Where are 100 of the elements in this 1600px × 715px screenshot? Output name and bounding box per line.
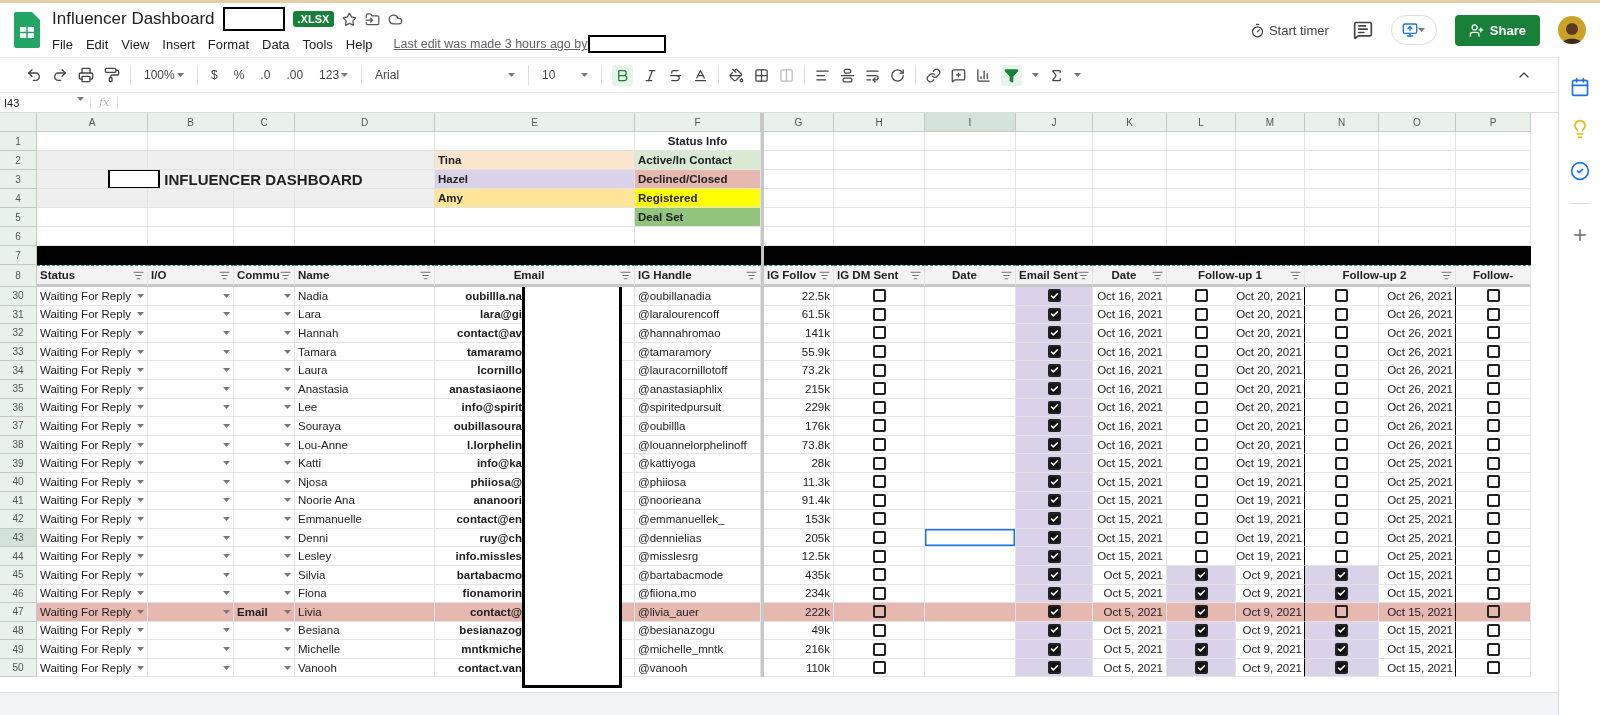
filter-icon[interactable] bbox=[420, 269, 431, 281]
checkbox[interactable] bbox=[1486, 624, 1500, 637]
checkbox[interactable] bbox=[1194, 289, 1208, 303]
name-box[interactable]: I43 bbox=[0, 96, 91, 109]
checkbox[interactable] bbox=[872, 400, 886, 414]
link-icon[interactable] bbox=[926, 67, 942, 83]
checkbox[interactable] bbox=[1335, 512, 1348, 526]
font-size-select[interactable]: 10 bbox=[539, 65, 592, 85]
move-icon[interactable] bbox=[365, 11, 381, 27]
checkbox[interactable] bbox=[1486, 363, 1500, 377]
column-header[interactable]: Name bbox=[295, 265, 435, 287]
checkbox[interactable] bbox=[1047, 605, 1061, 619]
checkbox[interactable] bbox=[1194, 586, 1208, 600]
checkbox[interactable] bbox=[1194, 400, 1208, 414]
checkbox[interactable] bbox=[1194, 475, 1208, 489]
row-number[interactable]: 3 bbox=[0, 170, 37, 189]
bold-button[interactable] bbox=[612, 64, 634, 86]
checkbox[interactable] bbox=[1047, 642, 1061, 656]
checkbox[interactable] bbox=[1047, 568, 1061, 582]
column-header[interactable]: E bbox=[435, 113, 635, 132]
checkbox[interactable] bbox=[872, 438, 886, 452]
status-dropdown[interactable]: Waiting For Reply bbox=[37, 324, 148, 343]
percent-button[interactable]: % bbox=[230, 65, 248, 85]
menu-item[interactable]: Edit bbox=[85, 36, 109, 52]
column-header[interactable]: Email bbox=[435, 265, 635, 287]
checkbox[interactable] bbox=[1047, 586, 1061, 600]
checkbox[interactable] bbox=[1486, 307, 1500, 321]
row-number[interactable]: 2 bbox=[0, 151, 37, 170]
filter-icon[interactable] bbox=[1078, 269, 1089, 281]
filter-icon[interactable] bbox=[1290, 269, 1301, 281]
share-button[interactable]: Share bbox=[1454, 14, 1540, 46]
checkbox[interactable] bbox=[872, 531, 886, 544]
menu-item[interactable]: Tools bbox=[302, 36, 333, 52]
checkbox[interactable] bbox=[872, 642, 886, 656]
cloud-icon[interactable] bbox=[388, 11, 404, 27]
checkbox[interactable] bbox=[1194, 456, 1208, 470]
checkbox[interactable] bbox=[1486, 661, 1500, 675]
zoom-select[interactable]: 100% bbox=[141, 65, 187, 85]
checkbox[interactable] bbox=[1335, 363, 1348, 377]
filter-icon[interactable] bbox=[819, 269, 830, 281]
checkbox[interactable] bbox=[1486, 568, 1500, 582]
status-dropdown[interactable]: Waiting For Reply bbox=[37, 454, 148, 473]
column-header[interactable]: M bbox=[1236, 113, 1305, 132]
checkbox[interactable] bbox=[1335, 326, 1348, 340]
checkbox[interactable] bbox=[872, 586, 886, 600]
redo-icon[interactable] bbox=[52, 67, 68, 83]
checkbox[interactable] bbox=[1194, 549, 1208, 563]
strikethrough-icon[interactable] bbox=[668, 67, 684, 83]
checkbox[interactable] bbox=[1335, 456, 1348, 470]
column-header[interactable]: Status bbox=[37, 265, 148, 287]
menu-item[interactable]: Format bbox=[207, 36, 249, 52]
status-dropdown[interactable]: Waiting For Reply bbox=[37, 603, 148, 622]
menu-item[interactable]: Data bbox=[262, 36, 290, 52]
row-number[interactable]: 6 bbox=[0, 227, 37, 246]
column-header[interactable]: I/O bbox=[148, 265, 234, 287]
checkbox[interactable] bbox=[1047, 363, 1061, 377]
checkbox[interactable] bbox=[1194, 568, 1208, 582]
checkbox[interactable] bbox=[872, 419, 886, 433]
checkbox[interactable] bbox=[872, 568, 886, 582]
column-header[interactable]: IG Follov bbox=[764, 265, 834, 287]
row-number[interactable]: 30 bbox=[0, 287, 37, 306]
undo-icon[interactable] bbox=[26, 67, 42, 83]
checkbox[interactable] bbox=[1194, 345, 1208, 359]
last-edit-link[interactable]: Last edit was made 3 hours ago by bbox=[393, 37, 588, 51]
checkbox[interactable] bbox=[1486, 382, 1500, 396]
checkbox[interactable] bbox=[1335, 400, 1348, 414]
decrease-decimals-button[interactable]: .0 bbox=[257, 65, 274, 85]
checkbox[interactable] bbox=[1194, 307, 1208, 321]
checkbox[interactable] bbox=[1047, 549, 1061, 563]
checkbox[interactable] bbox=[872, 512, 886, 526]
column-header[interactable]: P bbox=[1456, 113, 1531, 132]
row-number[interactable]: 8 bbox=[0, 265, 37, 287]
column-header[interactable]: L bbox=[1167, 113, 1236, 132]
currency-button[interactable]: $ bbox=[208, 65, 221, 85]
checkbox[interactable] bbox=[1486, 493, 1500, 507]
borders-icon[interactable] bbox=[754, 67, 770, 83]
column-header[interactable]: G bbox=[764, 113, 834, 132]
column-header[interactable]: IG DM Sent bbox=[834, 265, 925, 287]
checkbox[interactable] bbox=[1486, 605, 1500, 619]
menu-item[interactable]: Help bbox=[345, 36, 373, 52]
avatar[interactable] bbox=[1558, 16, 1586, 44]
checkbox[interactable] bbox=[872, 661, 886, 675]
checkbox[interactable] bbox=[1194, 531, 1208, 544]
checkbox[interactable] bbox=[872, 605, 886, 619]
status-dropdown[interactable]: Waiting For Reply bbox=[37, 361, 148, 380]
checkbox[interactable] bbox=[1194, 419, 1208, 433]
checkbox[interactable] bbox=[872, 363, 886, 377]
checkbox[interactable] bbox=[1335, 642, 1348, 656]
menu-item[interactable]: File bbox=[52, 36, 73, 52]
status-dropdown[interactable]: Waiting For Reply bbox=[37, 417, 148, 436]
checkbox[interactable] bbox=[1335, 661, 1348, 675]
checkbox[interactable] bbox=[1194, 438, 1208, 452]
checkbox[interactable] bbox=[1047, 661, 1061, 675]
checkbox[interactable] bbox=[1486, 642, 1500, 656]
filter-icon[interactable] bbox=[219, 269, 230, 281]
menu-item[interactable]: View bbox=[121, 36, 150, 52]
checkbox[interactable] bbox=[1335, 605, 1348, 619]
row-number[interactable]: 42 bbox=[0, 510, 37, 529]
filter-icon[interactable] bbox=[910, 269, 921, 281]
checkbox[interactable] bbox=[872, 307, 886, 321]
